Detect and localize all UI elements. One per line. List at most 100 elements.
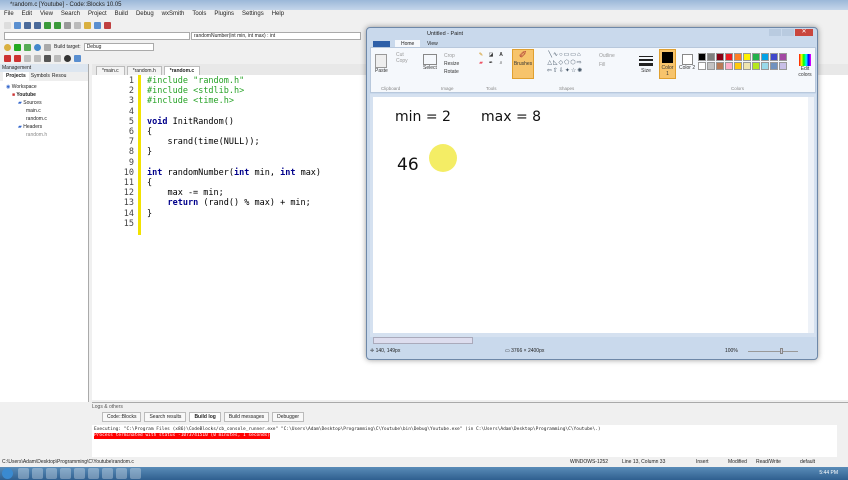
tree-file[interactable]: random.h xyxy=(6,131,88,139)
build-target-select[interactable]: Debug xyxy=(83,43,154,51)
taskbar-explorer-icon[interactable] xyxy=(18,468,29,479)
tab-search-results[interactable]: Search results xyxy=(144,412,187,422)
copy-button[interactable]: Copy xyxy=(396,58,408,64)
tree-folder-headers[interactable]: ▰ Headers xyxy=(6,123,88,131)
tree-project[interactable]: ■ Youtube xyxy=(6,91,88,99)
select-button[interactable]: Select xyxy=(423,65,437,71)
taskbar-app-icon[interactable] xyxy=(46,468,57,479)
save-all-icon[interactable] xyxy=(34,21,41,29)
menu-settings[interactable]: Settings xyxy=(242,10,264,19)
run-icon[interactable] xyxy=(14,43,21,51)
menu-file[interactable]: File xyxy=(4,10,14,19)
palette-swatch[interactable] xyxy=(743,62,751,70)
tab-resources[interactable]: Resou xyxy=(52,72,66,81)
save-icon[interactable] xyxy=(24,21,31,29)
menu-plugins[interactable]: Plugins xyxy=(214,10,234,19)
tree-file[interactable]: main.c xyxy=(6,107,88,115)
tab-build-log[interactable]: Build log xyxy=(189,412,221,422)
palette-swatch[interactable] xyxy=(770,62,778,70)
color2-button[interactable]: Color 2 xyxy=(679,54,695,71)
run-to-cursor-icon[interactable] xyxy=(14,54,21,62)
taskbar-app-icon[interactable] xyxy=(60,468,71,479)
tab-symbols[interactable]: Symbols xyxy=(31,72,50,81)
replace-icon[interactable] xyxy=(104,21,111,29)
magnifier-icon[interactable]: ⌕ xyxy=(497,60,505,66)
menu-project[interactable]: Project xyxy=(88,10,107,19)
rebuild-icon[interactable] xyxy=(34,43,41,51)
tree-workspace[interactable]: ◉ Workspace xyxy=(6,83,88,91)
function-combo[interactable]: randomNumber(int min, int max) : int xyxy=(191,32,361,40)
stop-debugger-icon[interactable] xyxy=(64,54,71,62)
palette-swatch[interactable] xyxy=(779,62,787,70)
debug-icon[interactable] xyxy=(4,54,11,62)
palette-swatch[interactable] xyxy=(725,62,733,70)
start-button[interactable] xyxy=(2,468,13,479)
maximize-button[interactable] xyxy=(782,29,794,36)
palette-swatch[interactable] xyxy=(752,62,760,70)
horizontal-scrollbar[interactable] xyxy=(373,337,473,344)
menu-edit[interactable]: Edit xyxy=(22,10,32,19)
abort-icon[interactable] xyxy=(44,43,51,51)
menu-help[interactable]: Help xyxy=(272,10,284,19)
brushes-button[interactable]: ✐ Brushes xyxy=(512,49,534,79)
editor-tab[interactable]: *main.c xyxy=(96,66,125,75)
drawing-canvas[interactable]: min = 2 max = 8 46 xyxy=(373,97,808,333)
copy-icon[interactable] xyxy=(74,21,81,29)
close-button[interactable]: ✕ xyxy=(795,29,813,36)
palette-swatch[interactable] xyxy=(716,62,724,70)
palette-swatch[interactable] xyxy=(752,53,760,61)
redo-icon[interactable] xyxy=(54,21,61,29)
select-icon[interactable] xyxy=(423,54,437,65)
menu-build[interactable]: Build xyxy=(115,10,128,19)
outline-button[interactable]: Outline xyxy=(599,52,615,61)
menu-debug[interactable]: Debug xyxy=(136,10,154,19)
editor-tab[interactable]: *random.h xyxy=(126,66,162,75)
tab-build-messages[interactable]: Build messages xyxy=(223,412,270,422)
palette-swatch[interactable] xyxy=(725,53,733,61)
palette-swatch[interactable] xyxy=(779,53,787,61)
taskbar-app-icon[interactable] xyxy=(74,468,85,479)
menu-view[interactable]: View xyxy=(40,10,53,19)
menu-search[interactable]: Search xyxy=(61,10,80,19)
color-picker-icon[interactable]: ✒ xyxy=(487,60,495,66)
palette-swatch[interactable] xyxy=(734,53,742,61)
palette-swatch[interactable] xyxy=(707,62,715,70)
pencil-icon[interactable]: ✎ xyxy=(477,52,485,58)
build-log-output[interactable]: Executing: "C:\Program Files (x86)\CodeB… xyxy=(92,425,837,457)
taskbar-chrome-icon[interactable] xyxy=(32,468,43,479)
open-icon[interactable] xyxy=(14,21,21,29)
next-instruction-icon[interactable] xyxy=(54,54,61,62)
taskbar-app-icon[interactable] xyxy=(102,468,113,479)
build-run-icon[interactable] xyxy=(24,43,31,51)
palette-swatch[interactable] xyxy=(698,62,706,70)
resize-button[interactable]: Resize xyxy=(444,60,459,68)
palette-swatch[interactable] xyxy=(734,62,742,70)
paste-icon[interactable] xyxy=(375,54,388,68)
tab-debugger[interactable]: Debugger xyxy=(272,412,305,422)
palette-swatch[interactable] xyxy=(698,53,706,61)
step-out-icon[interactable] xyxy=(44,54,51,62)
tab-codeblocks-log[interactable]: Code::Blocks xyxy=(102,412,142,422)
paste-button[interactable]: Paste xyxy=(375,68,388,74)
next-line-icon[interactable] xyxy=(24,54,31,62)
crop-button[interactable]: Crop xyxy=(444,52,459,60)
new-file-icon[interactable] xyxy=(4,21,11,29)
debug-windows-icon[interactable] xyxy=(74,54,81,62)
minimize-button[interactable] xyxy=(769,29,781,36)
zoom-slider[interactable] xyxy=(742,346,802,357)
fill-bucket-icon[interactable]: ◪ xyxy=(487,52,495,58)
build-icon[interactable] xyxy=(4,43,11,51)
scope-combo[interactable] xyxy=(4,32,190,40)
taskbar-paint-icon[interactable] xyxy=(130,468,141,479)
step-into-icon[interactable] xyxy=(34,54,41,62)
fill-button[interactable]: Fill xyxy=(599,61,615,70)
menu-tools[interactable]: Tools xyxy=(192,10,206,19)
palette-swatch[interactable] xyxy=(761,53,769,61)
undo-icon[interactable] xyxy=(44,21,51,29)
palette-swatch[interactable] xyxy=(770,53,778,61)
vertical-scrollbar[interactable] xyxy=(808,97,814,333)
tree-folder-sources[interactable]: ▰ Sources xyxy=(6,99,88,107)
palette-swatch[interactable] xyxy=(761,62,769,70)
find-icon[interactable] xyxy=(94,21,101,29)
size-button[interactable]: Size xyxy=(639,54,653,74)
